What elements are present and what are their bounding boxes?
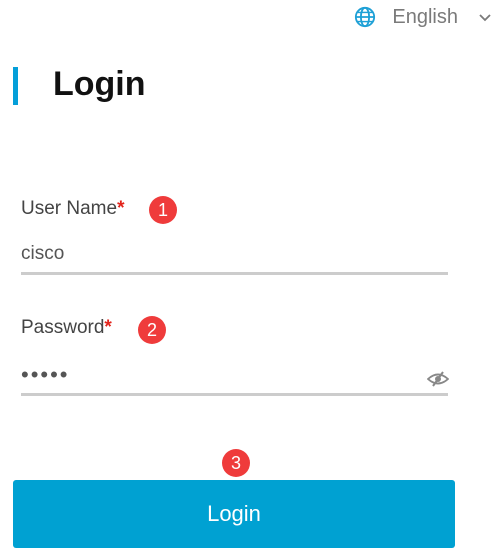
step-badge-2: 2 xyxy=(138,316,166,344)
language-selector[interactable]: English xyxy=(354,4,492,30)
login-button[interactable]: Login xyxy=(13,480,455,548)
chevron-down-icon xyxy=(479,14,491,22)
username-input[interactable] xyxy=(21,236,448,275)
title-accent-bar xyxy=(13,67,18,105)
globe-icon xyxy=(355,6,376,28)
username-label: User Name* xyxy=(21,197,124,221)
username-label-text: User Name xyxy=(21,198,118,219)
language-label: English xyxy=(392,5,458,28)
required-mark: * xyxy=(104,317,112,338)
page-title: Login xyxy=(53,65,146,103)
eye-slash-icon[interactable] xyxy=(427,371,449,387)
password-label: Password* xyxy=(21,316,112,340)
step-badge-1: 1 xyxy=(149,196,177,224)
step-badge-3: 3 xyxy=(222,449,250,477)
password-label-text: Password xyxy=(21,317,105,338)
required-mark: * xyxy=(117,198,125,219)
password-input[interactable] xyxy=(21,357,448,396)
